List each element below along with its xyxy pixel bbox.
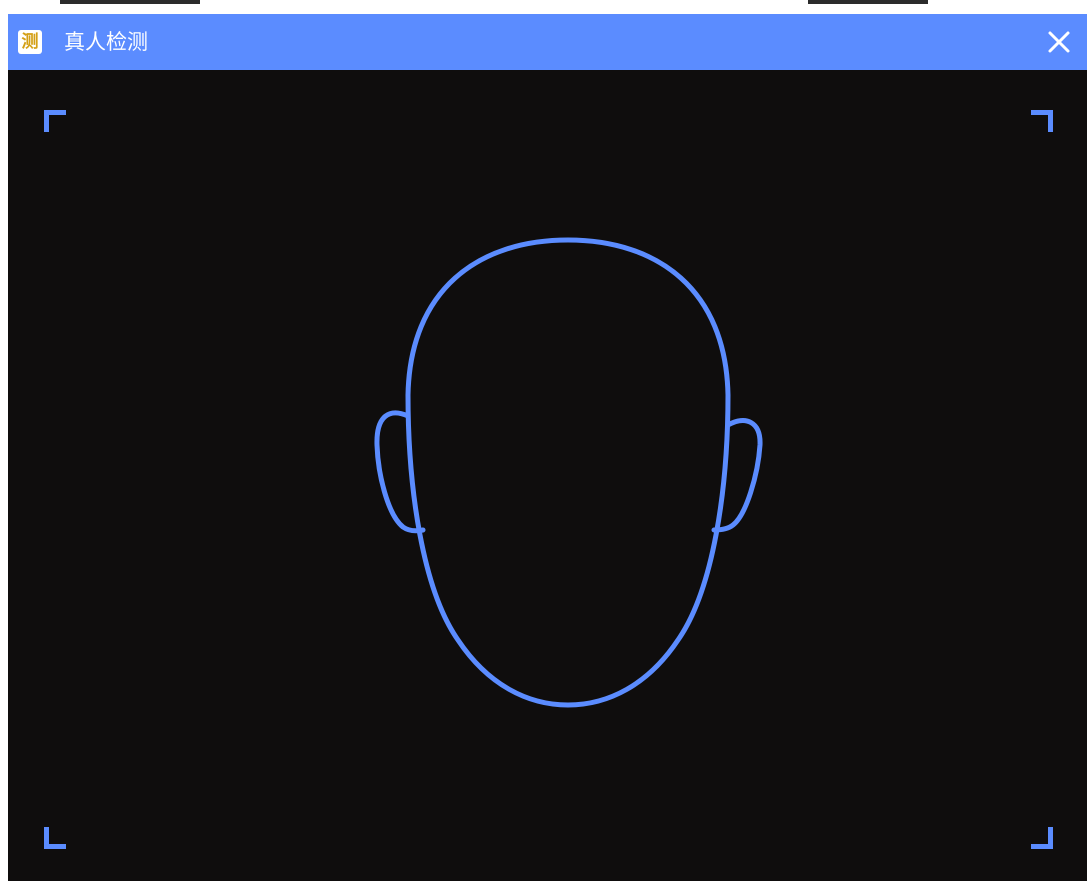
top-edge-shadow-right: [808, 0, 928, 4]
corner-top-left-icon: [44, 110, 66, 132]
top-edge-shadow-left: [60, 0, 200, 4]
window-title: 真人检测: [64, 30, 148, 54]
corner-bottom-right-icon: [1031, 827, 1053, 849]
liveness-detection-window: 测 真人检测: [8, 14, 1087, 881]
corner-bottom-left-icon: [44, 827, 66, 849]
title-bar[interactable]: 测 真人检测: [8, 14, 1087, 70]
top-edge: [0, 0, 1087, 12]
camera-preview: [8, 70, 1087, 881]
close-button[interactable]: [1041, 24, 1077, 60]
close-icon: [1048, 31, 1070, 53]
face-outline-icon: [374, 237, 763, 708]
corner-top-right-icon: [1031, 110, 1053, 132]
app-icon: 测: [18, 30, 42, 54]
